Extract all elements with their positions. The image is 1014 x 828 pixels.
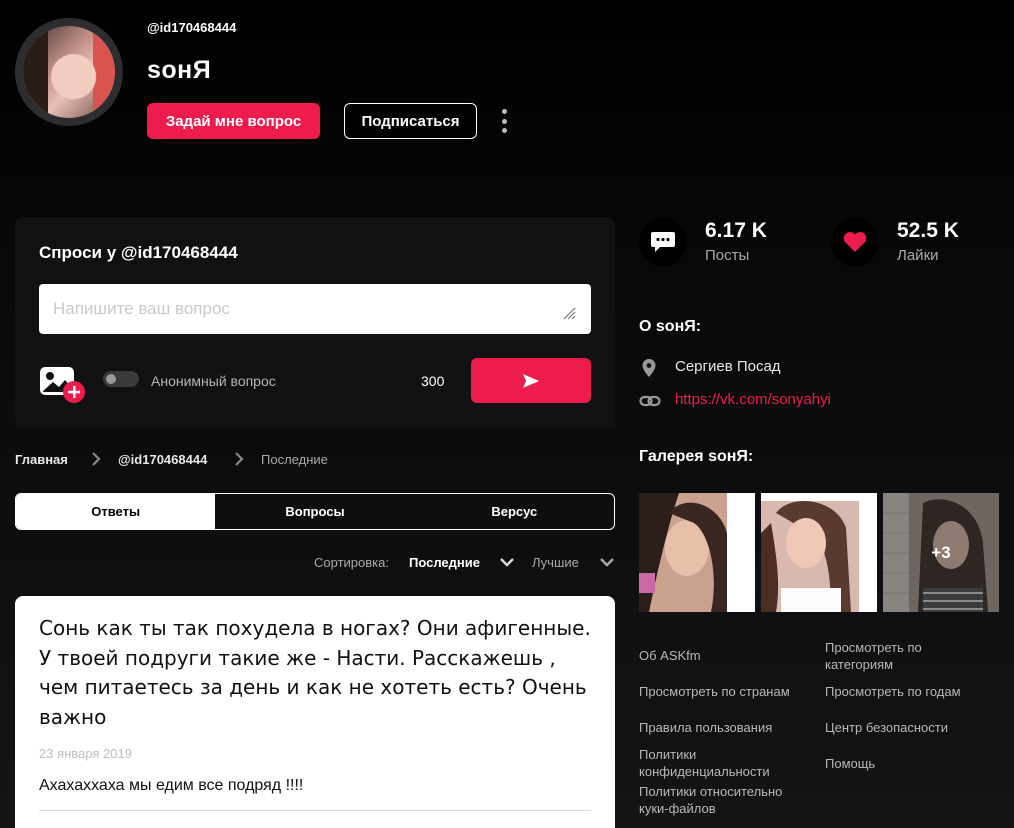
ask-me-button[interactable]: Задай мне вопрос (147, 103, 320, 139)
add-photo-icon[interactable] (39, 364, 87, 404)
resize-handle-icon[interactable] (562, 306, 576, 320)
question-text[interactable]: Сонь как ты так похудела в ногах? Они аф… (39, 614, 599, 732)
more-options-icon[interactable] (496, 107, 512, 135)
profile-display-name: ѕонЯ (147, 56, 212, 84)
answer-text: Ахахаххаха мы едим все подряд !!!! (39, 777, 304, 794)
likes-label: Лайки (897, 247, 939, 264)
profile-username: @id170468444 (147, 20, 237, 35)
heart-icon (831, 218, 879, 266)
footer-link-terms[interactable]: Правила пользования (639, 719, 809, 736)
footer-link-safety[interactable]: Центр безопасности (825, 719, 995, 736)
divider (39, 810, 591, 811)
posts-icon (639, 218, 687, 266)
location-pin-icon (642, 359, 656, 377)
footer-link-countries[interactable]: Просмотреть по странам (639, 683, 814, 700)
sort-label: Сортировка: (314, 555, 389, 570)
sort-latest[interactable]: Последние (409, 555, 480, 570)
avatar[interactable] (15, 18, 123, 126)
chevron-right-icon (92, 452, 101, 466)
tab-versus[interactable]: Версус (415, 494, 614, 529)
footer-link-privacy[interactable]: Политики конфиденциальности (639, 746, 809, 780)
chevron-down-icon[interactable] (600, 557, 614, 567)
gallery-more-count[interactable]: +3 (883, 493, 999, 612)
posts-count: 6.17 K (705, 219, 767, 242)
location-text: Сергиев Посад (675, 358, 781, 375)
breadcrumb-current: Последние (261, 452, 328, 467)
send-icon (523, 373, 539, 388)
footer-link-categories[interactable]: Просмотреть по категориям (825, 639, 985, 673)
footer-link-years[interactable]: Просмотреть по годам (825, 683, 1000, 700)
gallery-photo[interactable] (639, 493, 755, 612)
footer-link-cookies[interactable]: Политики относительно куки-файлов (639, 783, 809, 817)
avatar-photo (23, 26, 115, 118)
send-button[interactable] (471, 358, 591, 403)
sort-best[interactable]: Лучшие (532, 555, 579, 570)
likes-count: 52.5 K (897, 219, 959, 242)
anonymous-label: Анонимный вопрос (151, 373, 276, 389)
gallery-title: Галерея ѕонЯ: (639, 448, 754, 465)
question-input[interactable] (39, 284, 591, 334)
ask-title: Спроси у @id170468444 (39, 243, 238, 262)
about-title: О ѕонЯ: (639, 318, 702, 335)
breadcrumb-user[interactable]: @id170468444 (118, 452, 207, 467)
tab-answers[interactable]: Ответы (16, 494, 216, 529)
anonymous-toggle-knob (106, 374, 116, 384)
tab-questions[interactable]: Вопросы (215, 494, 414, 529)
content-tabs: Ответы Вопросы Версус (15, 493, 615, 530)
follow-button[interactable]: Подписаться (344, 103, 477, 139)
breadcrumb-home[interactable]: Главная (15, 452, 68, 467)
footer-link-help[interactable]: Помощь (825, 755, 995, 772)
gallery-photo[interactable] (761, 493, 877, 612)
footer-link-about[interactable]: Об ASKfm (639, 647, 809, 664)
posts-label: Посты (705, 247, 750, 264)
chevron-right-icon (235, 452, 244, 466)
answer-date[interactable]: 23 января 2019 (39, 746, 132, 761)
link-icon (639, 395, 661, 407)
char-counter: 300 (421, 373, 445, 389)
chevron-down-icon[interactable] (500, 557, 514, 567)
profile-link[interactable]: https://vk.com/sonyahyi (675, 391, 831, 408)
